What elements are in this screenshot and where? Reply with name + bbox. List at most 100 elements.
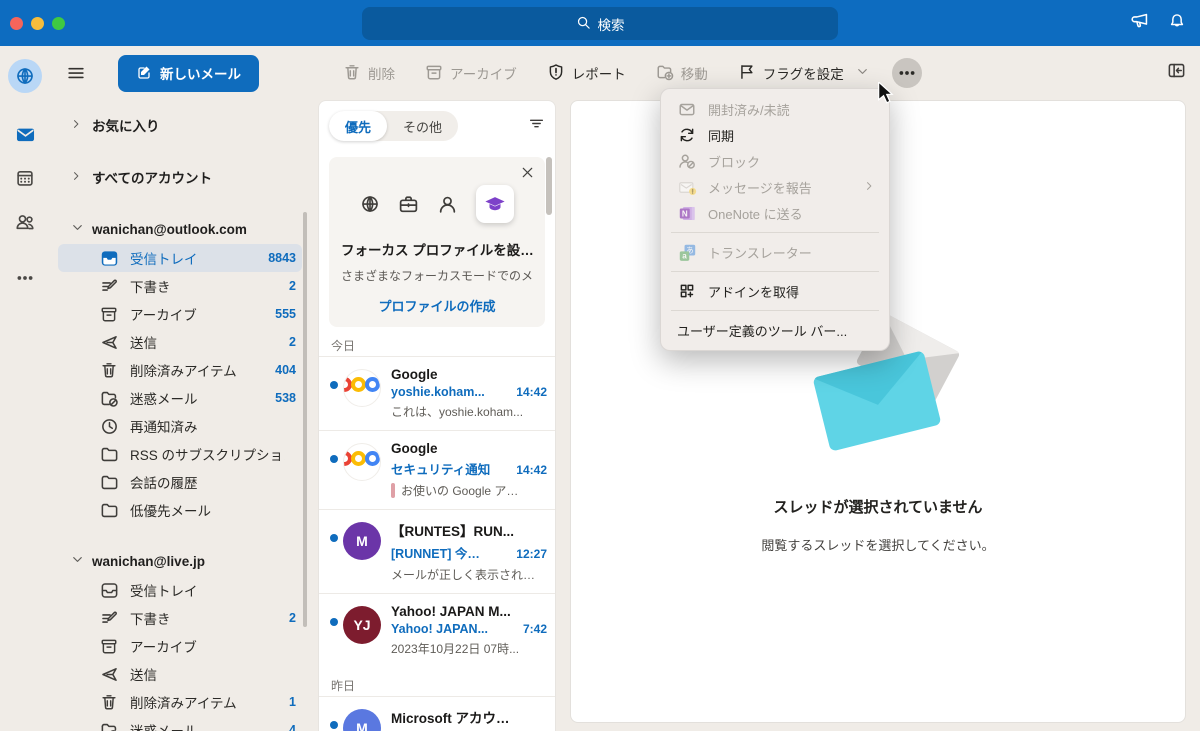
flag-bar bbox=[391, 483, 395, 498]
collapse-pane-icon[interactable] bbox=[1167, 61, 1186, 85]
person-icon[interactable] bbox=[437, 194, 458, 215]
card-title: フォーカス プロファイルを設… bbox=[341, 243, 533, 258]
account-avatar[interactable] bbox=[8, 59, 42, 93]
sidebar-folder-item[interactable]: 削除済みアイテム 404 bbox=[58, 356, 302, 384]
send-icon bbox=[100, 665, 119, 684]
sidebar-group-header[interactable]: お気に入り bbox=[50, 110, 310, 140]
filter-icon[interactable] bbox=[528, 115, 545, 137]
minimize-window-button[interactable] bbox=[31, 16, 44, 30]
unread-count-badge: 8843 bbox=[268, 251, 296, 265]
tab-focused[interactable]: 優先 bbox=[329, 111, 388, 141]
google-avatar bbox=[343, 369, 381, 407]
close-icon[interactable] bbox=[520, 165, 535, 185]
message-list-item[interactable]: M Microsoft アカウ… Microsoft アカ… 昨日 Micros… bbox=[319, 696, 555, 731]
message-list: 優先 その他 フォーカス プロファイルを設… さまざまなフォーカスモードでのメー… bbox=[318, 100, 556, 731]
clock-icon bbox=[100, 417, 119, 436]
message-list-item[interactable]: M 【RUNTES】RUN... [RUNNET] 今… 12:27 メールが正… bbox=[319, 509, 555, 593]
message-preview: 2023年10月22日 07時... bbox=[391, 642, 520, 656]
toolbar-action-trash[interactable]: 削除 bbox=[343, 63, 395, 84]
gradcap-icon[interactable] bbox=[476, 185, 514, 223]
trash-icon bbox=[100, 361, 119, 379]
teal-envelope bbox=[812, 350, 942, 452]
archive-icon bbox=[100, 305, 119, 323]
sidebar-folder-item[interactable]: アーカイブ bbox=[58, 632, 302, 660]
menu-item[interactable]: ユーザー定義のツール バー... bbox=[661, 317, 889, 343]
new-mail-button[interactable]: 新しいメール bbox=[118, 54, 259, 92]
junk-icon bbox=[100, 389, 119, 408]
toolbar-action-shield[interactable]: レポート bbox=[547, 63, 626, 84]
sidebar-folder-item[interactable]: 迷惑メール 4 bbox=[58, 716, 302, 731]
empty-state-subtitle: 閲覧するスレッドを選択してください。 bbox=[761, 538, 995, 553]
message-subject: Yahoo! JAPAN... bbox=[391, 622, 489, 636]
focus-profile-card: フォーカス プロファイルを設… さまざまなフォーカスモードでのメー… プロファイ… bbox=[329, 157, 545, 327]
sidebar-folder-item[interactable]: 削除済みアイテム 1 bbox=[58, 688, 302, 716]
rail-more-icon[interactable] bbox=[8, 263, 42, 293]
notifications-icon[interactable] bbox=[1168, 12, 1186, 35]
toolbar-action-flag[interactable]: フラグを設定 bbox=[738, 63, 870, 84]
avatar: M bbox=[343, 709, 381, 731]
sidebar-folder-item[interactable]: 再通知済み bbox=[58, 412, 302, 440]
sidebar-folder-item[interactable]: 送信 2 bbox=[58, 328, 302, 356]
zoom-window-button[interactable] bbox=[52, 16, 65, 30]
unread-count-badge: 538 bbox=[275, 391, 296, 405]
sidebar-folder-item[interactable]: 低優先メール bbox=[58, 496, 302, 524]
list-scrollbar[interactable] bbox=[546, 157, 552, 215]
sidebar-folder-item[interactable]: アーカイブ 555 bbox=[58, 300, 302, 328]
menu-item[interactable]: メッセージを報告 bbox=[661, 174, 889, 200]
message-list-item[interactable]: Google セキュリティ通知 14:42 お使いの Google ア… bbox=[319, 430, 555, 509]
message-time: 14:42 bbox=[516, 463, 547, 477]
briefcase-icon[interactable] bbox=[398, 194, 419, 215]
toolbar-action-move[interactable]: 移動 bbox=[656, 63, 708, 84]
search-input[interactable]: 検索 bbox=[362, 7, 838, 40]
menu-item[interactable]: 同期 bbox=[661, 122, 889, 148]
avatar: M bbox=[343, 522, 381, 560]
menu-item[interactable]: ブロック bbox=[661, 148, 889, 174]
rail-people-icon[interactable] bbox=[8, 207, 42, 237]
unread-dot bbox=[330, 534, 338, 542]
menu-item[interactable]: アドインを取得 bbox=[661, 278, 889, 304]
unread-count-badge: 1 bbox=[289, 695, 296, 709]
unread-count-badge: 404 bbox=[275, 363, 296, 377]
folder-icon bbox=[100, 445, 119, 464]
sidebar-folder-item[interactable]: 下書き 2 bbox=[58, 272, 302, 300]
sidebar-folder-item[interactable]: 会話の履歴 bbox=[58, 468, 302, 496]
sidebar-folder-item[interactable]: 下書き 2 bbox=[58, 604, 302, 632]
close-window-button[interactable] bbox=[10, 16, 23, 30]
sidebar-folder-item[interactable]: RSS のサブスクリプション bbox=[58, 440, 302, 468]
titlebar: 検索 bbox=[0, 0, 1200, 46]
folder-icon bbox=[100, 473, 119, 492]
sidebar-folder-item[interactable]: 迷惑メール 538 bbox=[58, 384, 302, 412]
announcements-icon[interactable] bbox=[1131, 11, 1150, 35]
sidebar-folder-item[interactable]: 送信 bbox=[58, 660, 302, 688]
tab-other[interactable]: その他 bbox=[387, 111, 458, 141]
message-list-item[interactable]: YJ Yahoo! JAPAN M... Yahoo! JAPAN... 7:4… bbox=[319, 593, 555, 667]
sidebar-scrollbar[interactable] bbox=[303, 212, 307, 627]
sidebar-group-header[interactable]: wanichan@live.jp bbox=[50, 546, 310, 576]
submenu-chevron-icon bbox=[863, 180, 875, 195]
rail-mail-icon[interactable] bbox=[8, 119, 42, 149]
menu-item[interactable]: N OneNote に送る bbox=[661, 200, 889, 226]
unread-dot bbox=[330, 618, 338, 626]
sidebar-folder-item[interactable]: 受信トレイ 8843 bbox=[58, 244, 302, 272]
more-actions-button[interactable] bbox=[891, 58, 922, 88]
menu-divider bbox=[671, 271, 879, 272]
sidebar-group-header[interactable]: wanichan@outlook.com bbox=[50, 214, 310, 244]
sidebar-group-header[interactable]: すべてのアカウント bbox=[50, 162, 310, 192]
menu-item[interactable]: 開封済み/未読 bbox=[661, 96, 889, 122]
message-sender: Google bbox=[391, 441, 438, 456]
sidebar-folder-item[interactable]: 受信トレイ bbox=[58, 576, 302, 604]
rail-calendar-icon[interactable] bbox=[8, 163, 42, 193]
message-list-item[interactable]: Google yoshie.koham... 14:42 これは、yoshie.… bbox=[319, 356, 555, 430]
hamburger-menu-icon[interactable] bbox=[64, 61, 88, 85]
unread-count-badge: 2 bbox=[289, 335, 296, 349]
message-preview: お使いの Google ア… bbox=[401, 484, 519, 498]
globe-icon[interactable] bbox=[360, 194, 380, 214]
mouse-cursor bbox=[878, 82, 894, 104]
toolbar-action-archive[interactable]: アーカイブ bbox=[425, 63, 517, 84]
message-sender: Microsoft アカウ… bbox=[391, 711, 510, 726]
menu-item[interactable]: あa トランスレーター bbox=[661, 239, 889, 265]
create-profile-link[interactable]: プロファイルの作成 bbox=[341, 296, 533, 315]
toolbar: 新しいメール 削除 アーカイブ レポート 移動 フラグを設定 bbox=[50, 46, 1200, 100]
unread-dot bbox=[330, 455, 338, 463]
chevron-down-icon[interactable] bbox=[855, 64, 870, 82]
